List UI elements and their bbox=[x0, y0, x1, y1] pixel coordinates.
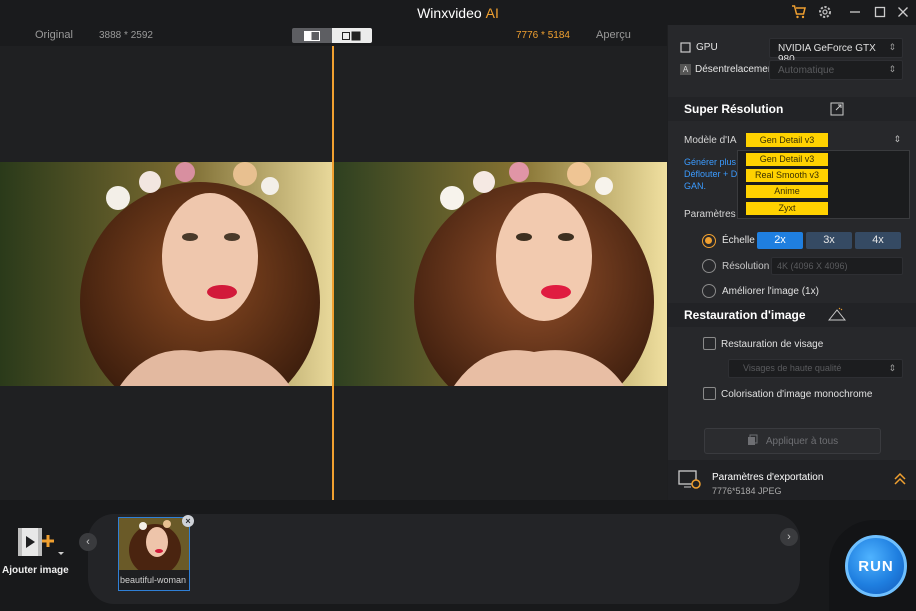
add-image-button[interactable] bbox=[10, 525, 70, 565]
super-resolution-header: Super Résolution bbox=[668, 97, 916, 121]
minimize-icon[interactable] bbox=[845, 3, 865, 21]
deinterlace-icon: A bbox=[680, 64, 691, 75]
maximize-icon[interactable] bbox=[870, 3, 890, 21]
export-info: 7776*5184 JPEG bbox=[712, 486, 782, 496]
run-button[interactable]: RUN bbox=[845, 535, 907, 597]
gpu-label: GPU bbox=[696, 42, 718, 53]
thumbnail-image bbox=[119, 518, 189, 570]
preview-dimensions: 7776 * 5184 bbox=[516, 30, 570, 41]
export-settings-bar[interactable]: Paramètres d'exportation 7776*5184 JPEG bbox=[668, 460, 916, 500]
original-label: Original bbox=[35, 29, 73, 41]
apply-to-all-label: Appliquer à tous bbox=[765, 435, 839, 447]
ai-model-option[interactable]: Anime bbox=[746, 185, 828, 198]
chevron-updown-icon: ⇕ bbox=[888, 64, 896, 74]
gpu-select[interactable]: NVIDIA GeForce GTX 980 ⇕ bbox=[769, 38, 903, 65]
model-desc-line-2: Déflouter + De bbox=[684, 169, 743, 179]
preview-label: Aperçu bbox=[596, 29, 631, 41]
model-desc-line-1: Générer plus d bbox=[684, 157, 744, 167]
title-bar: Winxvideo AI bbox=[0, 0, 916, 25]
copy-icon bbox=[747, 434, 758, 449]
deinterlace-label: Désentrelacement bbox=[695, 64, 777, 75]
ai-model-description: Générer plus d Déflouter + De GAN. bbox=[684, 156, 744, 192]
resolution-radio[interactable] bbox=[702, 259, 716, 273]
view-mode-toggle bbox=[292, 28, 372, 43]
add-image-label: Ajouter image bbox=[2, 565, 69, 576]
preview-area bbox=[0, 46, 667, 500]
ai-model-option[interactable]: Real Smooth v3 bbox=[746, 169, 828, 182]
scroll-left-button[interactable]: ‹ bbox=[79, 533, 97, 551]
super-resolution-title: Super Résolution bbox=[684, 102, 784, 116]
ai-model-label: Modèle d'IA bbox=[684, 135, 737, 146]
original-image bbox=[0, 162, 332, 386]
preview-header: Original 3888 * 2592 7776 * 5184 Aperçu bbox=[0, 25, 667, 46]
scale-4x-button[interactable]: 4x bbox=[855, 232, 901, 249]
deinterlace-value: Automatique bbox=[778, 65, 835, 76]
app-title: Winxvideo AI bbox=[0, 5, 916, 21]
image-restoration-header: Restauration d'image bbox=[668, 303, 916, 327]
scale-3x-button[interactable]: 3x bbox=[806, 232, 852, 249]
scale-radio[interactable] bbox=[702, 234, 716, 248]
export-settings-title: Paramètres d'exportation bbox=[712, 472, 824, 483]
face-restore-checkbox[interactable] bbox=[703, 337, 716, 350]
resolution-select[interactable]: 4K (4096 X 4096) bbox=[771, 257, 903, 275]
export-settings-icon bbox=[678, 470, 702, 493]
remove-thumbnail-icon[interactable]: × bbox=[182, 515, 194, 527]
chevron-updown-icon: ⇕ bbox=[888, 363, 896, 373]
resolution-value: 4K (4096 X 4096) bbox=[777, 261, 848, 271]
resolution-label: Résolution bbox=[722, 261, 770, 272]
chevron-updown-icon: ⇕ bbox=[893, 134, 901, 144]
enhance-label: Améliorer l'image (1x) bbox=[722, 286, 819, 297]
gpu-icon bbox=[680, 42, 691, 56]
run-label: RUN bbox=[858, 557, 894, 575]
face-quality-select[interactable]: Visages de haute qualité ⇕ bbox=[728, 359, 903, 378]
ai-model-dropdown: Gen Detail v3 Real Smooth v3 Anime Zyxt bbox=[737, 150, 910, 219]
original-dimensions: 3888 * 2592 bbox=[99, 30, 153, 41]
collapse-up-icon[interactable] bbox=[894, 472, 906, 489]
scroll-right-button[interactable]: › bbox=[780, 528, 798, 546]
close-icon[interactable] bbox=[893, 3, 913, 21]
parameters-label: Paramètres d bbox=[684, 209, 745, 220]
ai-model-value: Gen Detail v3 bbox=[746, 133, 828, 147]
scale-2x-button[interactable]: 2x bbox=[757, 232, 803, 249]
colorize-checkbox[interactable] bbox=[703, 387, 716, 400]
chevron-updown-icon: ⇕ bbox=[888, 42, 896, 52]
expand-icon bbox=[830, 102, 844, 119]
ai-model-option[interactable]: Zyxt bbox=[746, 202, 828, 215]
compare-divider-handle[interactable] bbox=[332, 46, 334, 500]
scale-label: Échelle bbox=[722, 235, 755, 246]
split-view-button[interactable] bbox=[292, 28, 332, 43]
model-desc-line-3: GAN. bbox=[684, 181, 707, 191]
thumbnail-name: beautiful-woman bbox=[120, 575, 187, 585]
deinterlace-select[interactable]: Automatique ⇕ bbox=[769, 60, 903, 80]
face-restore-label: Restauration de visage bbox=[721, 339, 824, 350]
preview-image bbox=[334, 162, 667, 386]
side-by-side-view-button[interactable] bbox=[332, 28, 372, 43]
app-title-ai: AI bbox=[485, 5, 499, 21]
image-tray bbox=[88, 514, 800, 604]
apply-to-all-button[interactable]: Appliquer à tous bbox=[704, 428, 881, 454]
settings-gear-icon[interactable] bbox=[815, 3, 835, 21]
enhance-radio[interactable] bbox=[702, 284, 716, 298]
ai-model-option[interactable]: Gen Detail v3 bbox=[746, 153, 828, 166]
settings-panel: GPU NVIDIA GeForce GTX 980 ⇕ A Désentrel… bbox=[668, 25, 916, 500]
image-restoration-title: Restauration d'image bbox=[684, 308, 806, 322]
app-title-text: Winxvideo bbox=[417, 5, 482, 21]
ai-model-select[interactable]: Gen Detail v3 ⇕ bbox=[737, 132, 909, 150]
bottom-bar: Ajouter image ‹ › beautiful-woman × bbox=[0, 500, 916, 611]
magic-wand-icon bbox=[827, 307, 847, 324]
cart-icon[interactable] bbox=[789, 3, 809, 21]
image-thumbnail[interactable]: beautiful-woman bbox=[118, 517, 190, 591]
colorize-label: Colorisation d'image monochrome bbox=[721, 389, 873, 400]
face-quality-value: Visages de haute qualité bbox=[743, 363, 842, 373]
